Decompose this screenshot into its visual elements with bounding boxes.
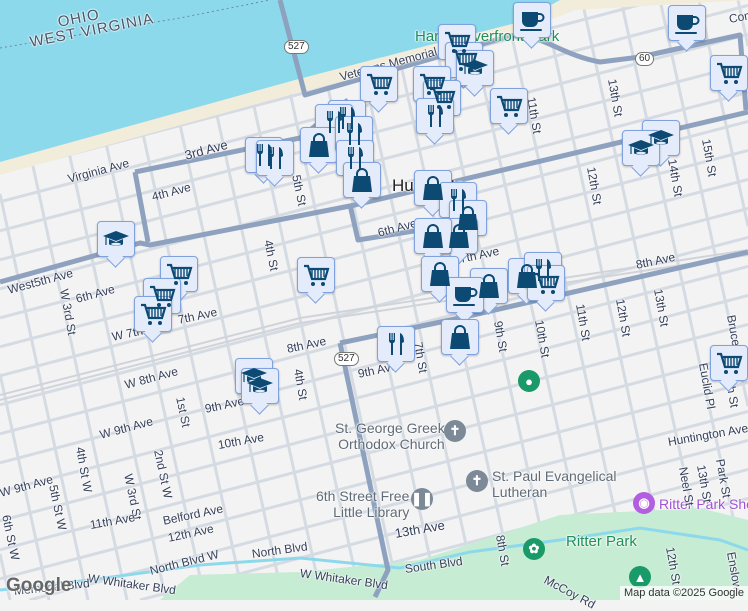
food-marker[interactable] — [377, 326, 415, 362]
ritter-park-label: Ritter Park — [566, 533, 637, 550]
cart-marker[interactable] — [297, 257, 335, 293]
school-icon — [627, 134, 655, 162]
coffee-marker[interactable] — [668, 5, 706, 41]
cart-marker[interactable] — [527, 265, 565, 301]
school-icon — [102, 225, 130, 253]
school-marker[interactable] — [622, 130, 660, 166]
cart-icon — [139, 300, 167, 328]
school-icon — [246, 372, 274, 400]
route-527-shield: 527 — [284, 40, 309, 54]
church-icon[interactable]: ✝ — [444, 420, 466, 442]
church-label: St. Paul Evangelical Lutheran — [492, 468, 617, 500]
bag-marker[interactable] — [300, 127, 338, 163]
bag-icon — [426, 260, 454, 288]
bag-icon — [419, 222, 447, 250]
cart-icon — [715, 59, 743, 87]
food-icon — [261, 144, 289, 172]
us-60-shield: 60 — [635, 52, 655, 66]
cart-marker[interactable] — [490, 88, 528, 124]
coffee-marker[interactable] — [513, 2, 551, 38]
library-book-icon[interactable]: ❚❚ — [411, 488, 433, 510]
tree-icon[interactable]: ▲ — [629, 566, 651, 588]
coffee-icon — [673, 9, 701, 37]
food-icon — [382, 330, 410, 358]
cart-icon — [302, 261, 330, 289]
cart-icon — [365, 70, 393, 98]
bag-icon — [419, 174, 447, 202]
park-flower-icon[interactable]: ✿ — [523, 538, 545, 560]
coffee-icon — [518, 6, 546, 34]
cart-icon — [495, 92, 523, 120]
school-marker[interactable] — [97, 221, 135, 257]
food-icon — [421, 102, 449, 130]
bag-icon — [445, 222, 473, 250]
google-logo: Google — [6, 575, 72, 596]
coffee-marker[interactable] — [446, 277, 484, 313]
school-icon — [461, 54, 489, 82]
place-pin-icon[interactable]: ● — [518, 370, 540, 392]
bag-icon — [348, 166, 376, 194]
library-label: 6th Street Free Little Library — [316, 488, 410, 520]
cart-marker[interactable] — [134, 296, 172, 332]
food-marker[interactable] — [256, 140, 294, 176]
bag-marker[interactable] — [343, 162, 381, 198]
cart-icon — [715, 349, 743, 377]
school-marker[interactable] — [241, 368, 279, 404]
bag-icon — [475, 272, 503, 300]
cart-marker[interactable] — [710, 345, 748, 381]
camera-icon[interactable]: ◉ — [633, 492, 655, 514]
cart-marker[interactable] — [360, 66, 398, 102]
church-icon[interactable]: ✝ — [466, 470, 488, 492]
bag-icon — [446, 323, 474, 351]
bag-icon — [305, 131, 333, 159]
bag-marker[interactable] — [441, 319, 479, 355]
bag-marker[interactable] — [414, 218, 452, 254]
food-marker[interactable] — [416, 98, 454, 134]
map-attribution[interactable]: Map data ©2025 Google — [619, 586, 748, 600]
school-marker[interactable] — [456, 50, 494, 86]
coffee-icon — [451, 281, 479, 309]
route-527-shield: 527 — [334, 352, 359, 366]
cart-icon — [532, 269, 560, 297]
church-label: St. George Greek Orthodox Church — [335, 420, 445, 452]
cart-marker[interactable] — [710, 55, 748, 91]
